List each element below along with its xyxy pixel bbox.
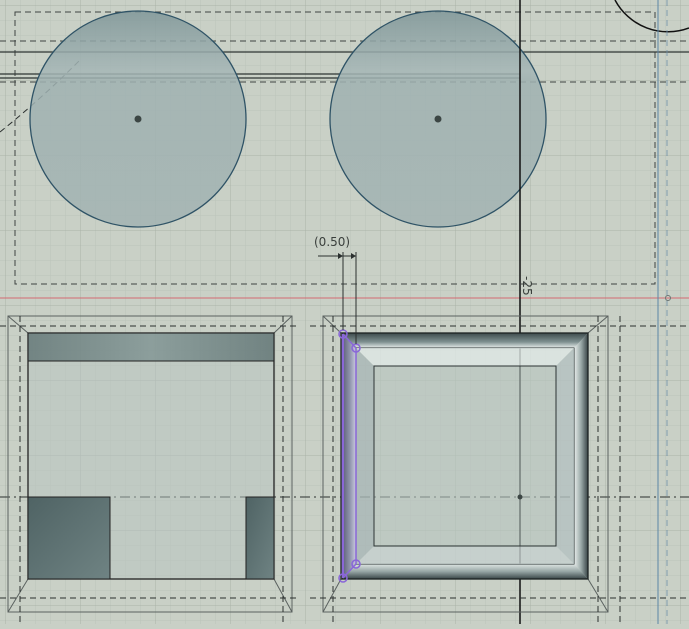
- circle-right[interactable]: [329, 10, 547, 228]
- dimension-label[interactable]: (0.50): [314, 235, 350, 249]
- dimension-vertical[interactable]: -25: [520, 276, 534, 296]
- center-point-icon[interactable]: [517, 494, 523, 500]
- center-point-icon[interactable]: [434, 115, 442, 123]
- frame-bottom-face[interactable]: [341, 564, 588, 579]
- top-bar-face[interactable]: [27, 332, 275, 362]
- cad-viewport[interactable]: (0.50) -25: [0, 0, 689, 624]
- circle-left[interactable]: [29, 10, 247, 228]
- sketch-canvas[interactable]: (0.50) -25: [0, 0, 689, 624]
- block-bottom-left[interactable]: [27, 496, 111, 580]
- frame-top-face[interactable]: [341, 333, 588, 348]
- center-point-icon[interactable]: [134, 115, 142, 123]
- frame-right-face[interactable]: [574, 333, 588, 579]
- dimension-vertical-label[interactable]: -25: [520, 276, 534, 296]
- block-bottom-right[interactable]: [245, 496, 275, 580]
- lower-left-part[interactable]: [0, 315, 300, 624]
